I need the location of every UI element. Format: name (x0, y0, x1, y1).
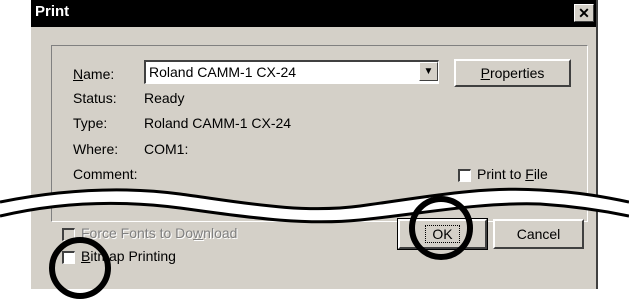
where-value: COM1: (144, 141, 189, 157)
title-bar: Print ✕ (31, 0, 596, 27)
ok-highlight-circle (409, 196, 473, 260)
name-label: Name: (73, 66, 115, 82)
status-value: Ready (144, 90, 185, 106)
close-icon: ✕ (578, 5, 590, 21)
printer-name-value: Roland CAMM-1 CX-24 (149, 64, 297, 80)
print-dialog-screenshot: Print ✕ Name: Roland CAMM-1 CX-24 ▼ Prop… (0, 0, 629, 299)
type-label: Type: (73, 115, 108, 131)
status-label: Status: (73, 90, 117, 106)
type-value: Roland CAMM-1 CX-24 (144, 115, 292, 131)
print-dialog: Print ✕ Name: Roland CAMM-1 CX-24 ▼ Prop… (30, 0, 598, 289)
where-label: Where: (73, 141, 119, 157)
image-break-divider (0, 187, 629, 224)
bitmap-highlight-circle (49, 237, 111, 299)
dialog-title: Print (35, 3, 70, 20)
chevron-down-icon[interactable]: ▼ (419, 62, 438, 81)
properties-button[interactable]: Properties (454, 59, 571, 87)
printer-name-select[interactable]: Roland CAMM-1 CX-24 ▼ (144, 60, 439, 84)
close-button[interactable]: ✕ (574, 4, 594, 22)
